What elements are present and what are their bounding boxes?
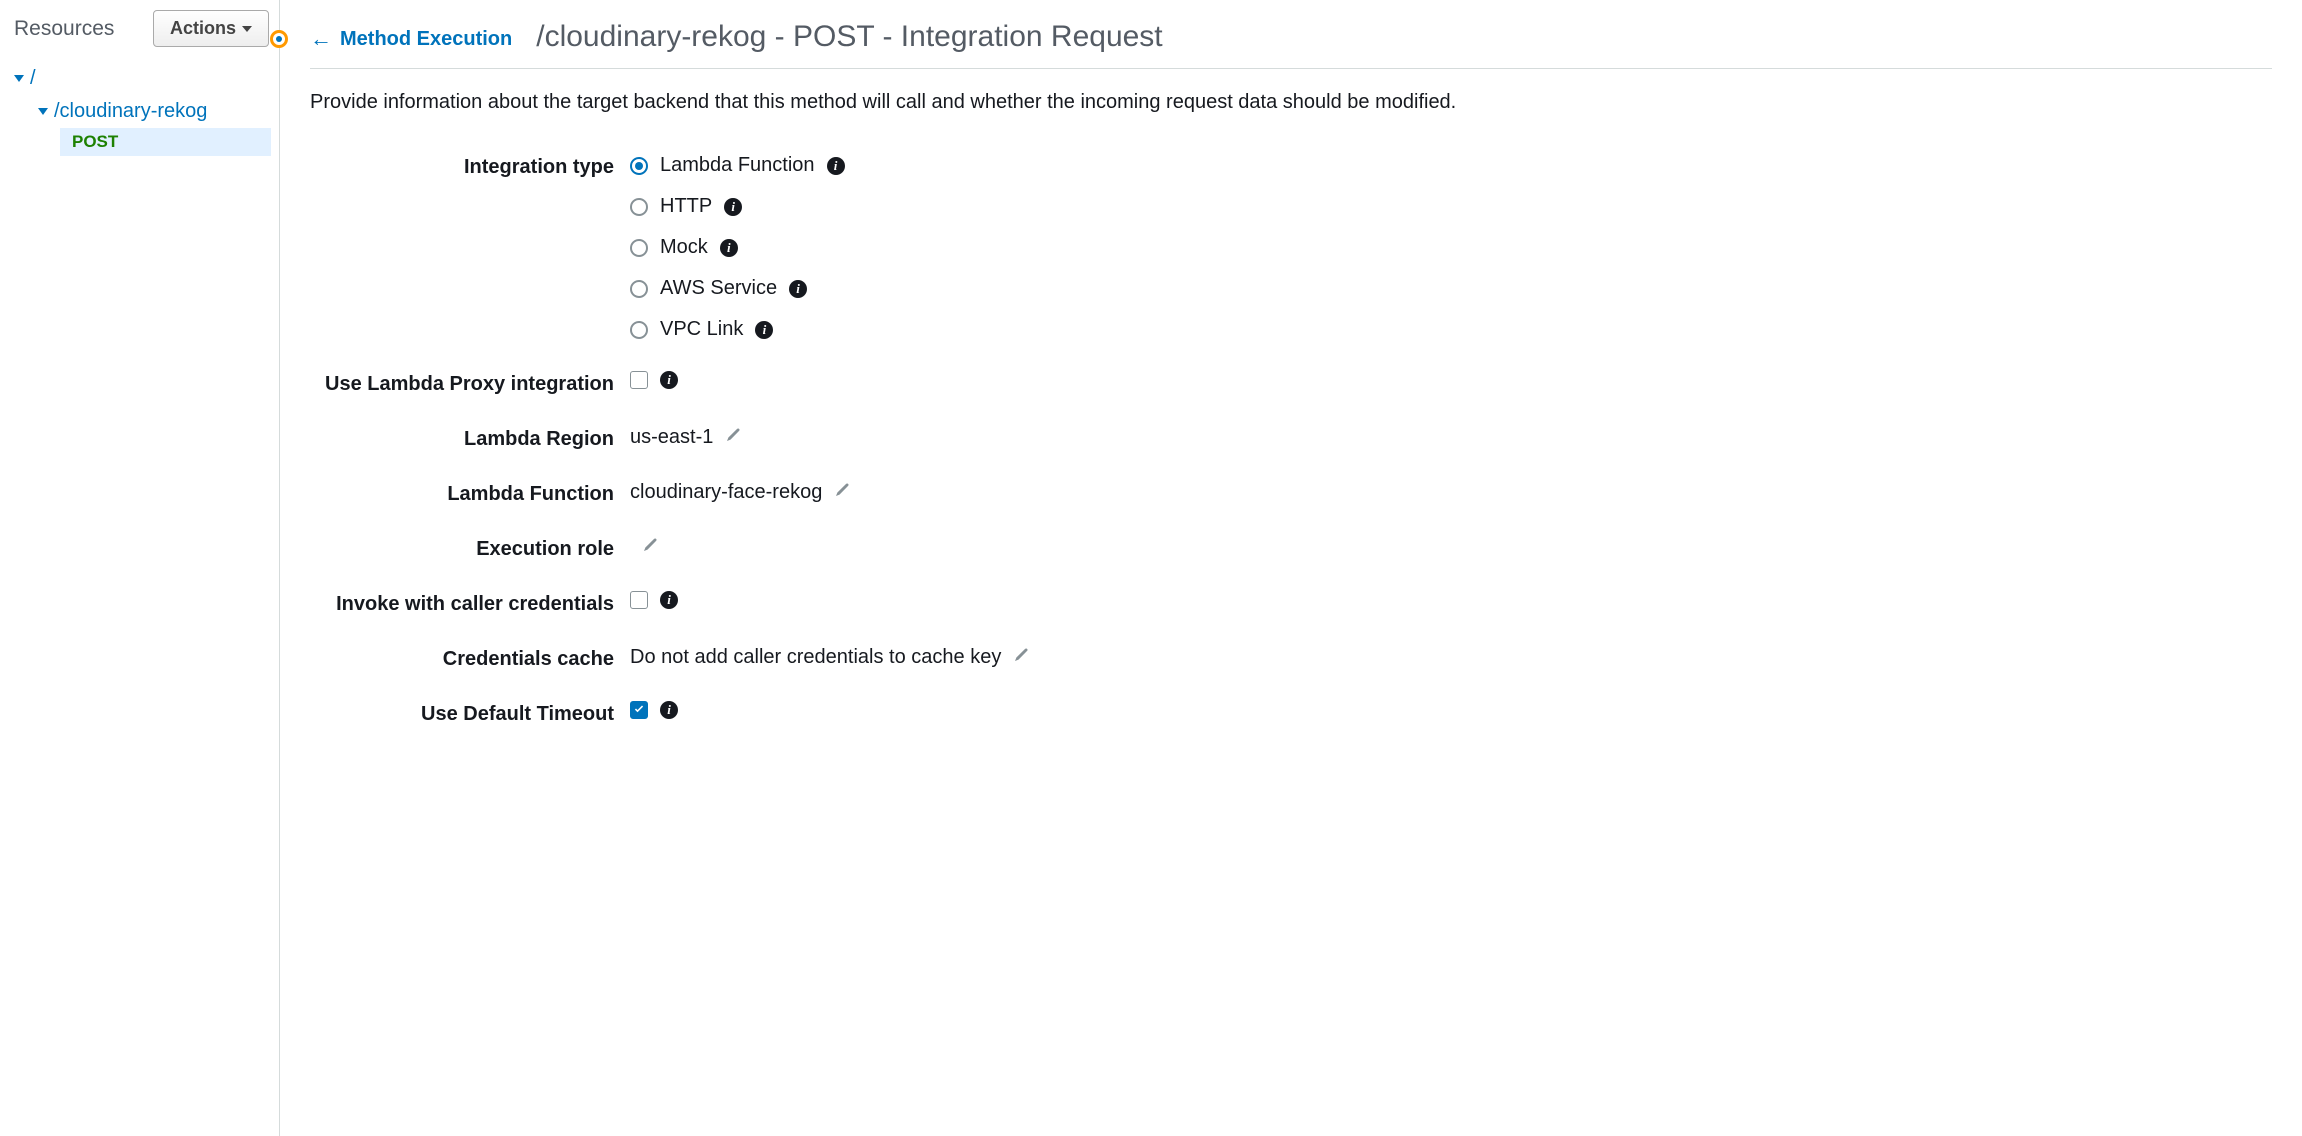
- radio-option-aws-service[interactable]: AWS Service i: [630, 277, 2272, 300]
- pencil-icon[interactable]: [834, 481, 850, 504]
- page-description: Provide information about the target bac…: [310, 91, 2272, 114]
- info-icon[interactable]: i: [755, 321, 773, 339]
- label-lambda-region: Lambda Region: [310, 426, 630, 451]
- value-default-timeout: i: [630, 701, 2272, 719]
- back-link-label: Method Execution: [340, 28, 512, 51]
- label-lambda-function: Lambda Function: [310, 481, 630, 506]
- label-execution-role: Execution role: [310, 536, 630, 561]
- info-icon[interactable]: i: [660, 591, 678, 609]
- value-lambda-function: cloudinary-face-rekog: [630, 481, 2272, 504]
- radio-option-lambda[interactable]: Lambda Function i: [630, 154, 2272, 177]
- tree-root-item[interactable]: /: [8, 62, 271, 95]
- chevron-down-icon: [38, 108, 48, 115]
- radio-label: HTTP: [660, 195, 712, 218]
- radio-label: AWS Service: [660, 277, 777, 300]
- radio-icon: [630, 280, 648, 298]
- radio-option-http[interactable]: HTTP i: [630, 195, 2272, 218]
- radio-icon: [630, 321, 648, 339]
- label-lambda-proxy: Use Lambda Proxy integration: [310, 371, 630, 396]
- row-invoke-caller: Invoke with caller credentials i: [310, 591, 2272, 616]
- row-lambda-proxy: Use Lambda Proxy integration i: [310, 371, 2272, 396]
- checkbox-lambda-proxy[interactable]: [630, 371, 648, 389]
- row-default-timeout: Use Default Timeout i: [310, 701, 2272, 726]
- chevron-down-icon: [14, 75, 24, 82]
- info-icon[interactable]: i: [724, 198, 742, 216]
- actions-button-label: Actions: [170, 18, 236, 39]
- info-icon[interactable]: i: [720, 239, 738, 257]
- row-credentials-cache: Credentials cache Do not add caller cred…: [310, 646, 2272, 671]
- value-lambda-proxy: i: [630, 371, 2272, 389]
- caret-down-icon: [242, 26, 252, 32]
- info-icon[interactable]: i: [827, 157, 845, 175]
- tree-child-item[interactable]: /cloudinary-rekog: [8, 95, 271, 128]
- resource-tree: / /cloudinary-rekog POST: [0, 62, 279, 156]
- checkbox-invoke-caller[interactable]: [630, 591, 648, 609]
- text-lambda-function: cloudinary-face-rekog: [630, 481, 822, 504]
- text-lambda-region: us-east-1: [630, 426, 713, 449]
- info-icon[interactable]: i: [660, 701, 678, 719]
- tree-root-label: /: [30, 67, 36, 90]
- value-lambda-region: us-east-1: [630, 426, 2272, 449]
- row-lambda-function: Lambda Function cloudinary-face-rekog: [310, 481, 2272, 506]
- tree-child-label: /cloudinary-rekog: [54, 100, 207, 123]
- row-integration-type: Integration type Lambda Function i HTTP …: [310, 154, 2272, 341]
- row-execution-role: Execution role: [310, 536, 2272, 561]
- back-link[interactable]: ← Method Execution: [310, 26, 512, 52]
- label-integration-type: Integration type: [310, 154, 630, 179]
- page-title: /cloudinary-rekog - POST - Integration R…: [536, 20, 1162, 54]
- page-header: ← Method Execution /cloudinary-rekog - P…: [310, 20, 2272, 69]
- radio-label: Mock: [660, 236, 708, 259]
- radio-icon: [630, 157, 648, 175]
- main-content: ← Method Execution /cloudinary-rekog - P…: [280, 0, 2302, 1136]
- info-icon[interactable]: i: [660, 371, 678, 389]
- tree-method-label: POST: [72, 132, 118, 151]
- radio-option-mock[interactable]: Mock i: [630, 236, 2272, 259]
- text-credentials-cache: Do not add caller credentials to cache k…: [630, 646, 1001, 669]
- tree-method-item[interactable]: POST: [60, 128, 271, 156]
- radio-icon: [630, 198, 648, 216]
- label-credentials-cache: Credentials cache: [310, 646, 630, 671]
- value-integration-type: Lambda Function i HTTP i Mock i AWS Serv…: [630, 154, 2272, 341]
- pencil-icon[interactable]: [642, 536, 658, 559]
- actions-button[interactable]: Actions: [153, 10, 269, 47]
- value-credentials-cache: Do not add caller credentials to cache k…: [630, 646, 2272, 669]
- pencil-icon[interactable]: [1013, 646, 1029, 669]
- info-icon[interactable]: i: [789, 280, 807, 298]
- radio-label: VPC Link: [660, 318, 743, 341]
- resize-handle-icon[interactable]: [270, 30, 288, 48]
- arrow-left-icon: ←: [310, 26, 332, 52]
- sidebar-header: Resources Actions: [0, 10, 279, 62]
- sidebar: Resources Actions / /cloudinary-rekog PO…: [0, 0, 280, 1136]
- value-execution-role: [630, 536, 2272, 559]
- row-lambda-region: Lambda Region us-east-1: [310, 426, 2272, 451]
- label-default-timeout: Use Default Timeout: [310, 701, 630, 726]
- radio-icon: [630, 239, 648, 257]
- label-invoke-caller: Invoke with caller credentials: [310, 591, 630, 616]
- checkbox-default-timeout[interactable]: [630, 701, 648, 719]
- radio-label: Lambda Function: [660, 154, 815, 177]
- pencil-icon[interactable]: [725, 426, 741, 449]
- value-invoke-caller: i: [630, 591, 2272, 609]
- sidebar-title: Resources: [14, 17, 114, 41]
- radio-option-vpc-link[interactable]: VPC Link i: [630, 318, 2272, 341]
